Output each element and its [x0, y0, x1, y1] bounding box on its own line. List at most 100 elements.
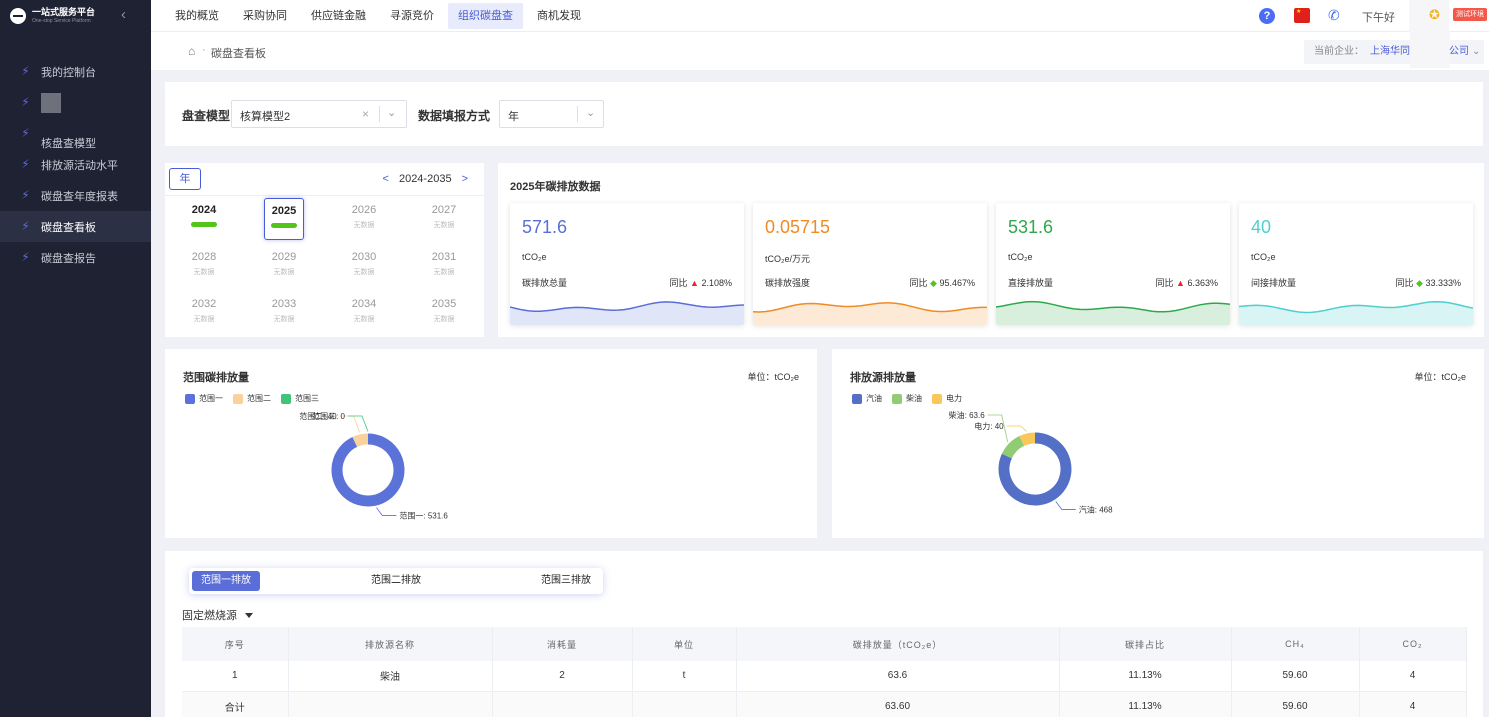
year-cell-2026[interactable]: 2026 无数据 [344, 198, 384, 240]
no-data-label: 无数据 [193, 269, 215, 276]
select-divider [577, 106, 578, 122]
flag-icon[interactable]: ★ [1294, 8, 1310, 23]
data-status-bar [271, 223, 297, 228]
prev-range-button[interactable]: < [383, 173, 389, 185]
year-cell-2025[interactable]: 2025 [264, 198, 304, 240]
logo-subtitle: One-stop Service Platform [32, 18, 91, 24]
section-toggle[interactable]: 固定燃烧源 [182, 607, 253, 623]
year-tab[interactable]: 年 [169, 168, 201, 190]
year-label: 2027 [431, 204, 457, 216]
table-cell: 11.13% [1059, 661, 1232, 692]
column-header: 碳排占比 [1059, 627, 1232, 661]
tab-scope2[interactable]: 范围二排放 [359, 571, 433, 591]
year-cell-2032[interactable]: 2032 无数据 [184, 292, 224, 334]
sidebar-item-masked[interactable]: ⚡ [0, 87, 151, 118]
medal-icon[interactable]: ✪ [1429, 8, 1443, 22]
year-cell-2029[interactable]: 2029 无数据 [264, 245, 304, 287]
env-badge: 测试环境 [1453, 8, 1487, 21]
tab-scope1[interactable]: 范围一排放 [192, 571, 260, 591]
sidebar-menu: ⚡ 我的控制台 ⚡ ⚡ 核盘查模型 ⚡ 排放源活动水平 ⚡ 碳盘查年度报表 ⚡ 碳盘查看板… [0, 56, 151, 273]
sidebar-item-activity-level[interactable]: ⚡ 排放源活动水平 [0, 149, 151, 180]
phone-icon[interactable]: ✆ [1328, 7, 1344, 23]
donut-slice-2[interactable] [1019, 432, 1036, 447]
next-range-button[interactable]: > [462, 173, 468, 185]
donut-slice-1[interactable] [352, 433, 369, 448]
stat-value: 531.6 [1008, 217, 1054, 237]
chevron-down-icon: ⌄ [1472, 46, 1481, 57]
divider [165, 195, 484, 196]
column-header: CH₄ [1231, 627, 1360, 661]
table-cell: 11.13% [1059, 691, 1232, 717]
help-icon[interactable]: ? [1259, 8, 1275, 24]
sidebar-item-console[interactable]: ⚡ 我的控制台 [0, 56, 151, 87]
trend-area [996, 301, 1230, 325]
nav-business-discovery[interactable]: 商机发现 [527, 3, 591, 29]
clear-icon[interactable]: × [362, 107, 369, 121]
no-data-label: 无数据 [273, 316, 295, 323]
table-cell: 63.60 [736, 691, 1060, 717]
top-bar: 我的概览 采购协同 供应链金融 寻源竞价 组织碳盘查 商机发现 ? ★ ✆ 下午… [151, 0, 1489, 70]
stat-card: 531.6 tCO₂e 直接排放量 同比 ▲ 6.363% [996, 203, 1230, 325]
chevron-left-icon[interactable]: ‹ [121, 7, 135, 23]
column-header: 消耗量 [492, 627, 633, 661]
scope-tabs: 范围一排放 范围二排放 范围三排放 [189, 568, 603, 594]
year-label: 2025 [271, 205, 297, 217]
sidebar: 一站式服务平台 One-stop Service Platform ‹ ⚡ 我的控… [0, 0, 151, 717]
company-selector[interactable]: 当前企业： 上海华同工贸 公司 ⌄ [1304, 30, 1484, 68]
point-label: 柴油: 63.6 [949, 410, 986, 420]
year-cell-2031[interactable]: 2031 无数据 [424, 245, 464, 287]
table-row: 1 柴油 2 t 63.6 11.13% 59.60 4 [182, 661, 1467, 692]
bolt-icon: ⚡ [21, 157, 30, 171]
nav-procurement[interactable]: 采购协同 [233, 3, 297, 29]
home-icon[interactable]: ⌂ [188, 45, 200, 57]
nav-overview[interactable]: 我的概览 [165, 3, 229, 29]
mode-select[interactable]: 年 ⌄ [499, 100, 604, 128]
company-suffix: 公司 [1449, 46, 1469, 57]
donut-slice-0[interactable] [331, 433, 405, 507]
year-cell-2030[interactable]: 2030 无数据 [344, 245, 384, 287]
bolt-icon: ⚡ [21, 250, 30, 264]
section-title: 固定燃烧源 [182, 610, 237, 622]
model-select[interactable]: 核算模型2 × ⌄ [231, 100, 407, 128]
tab-scope3[interactable]: 范围三排放 [529, 571, 603, 591]
sidebar-item-model[interactable]: ⚡ 核盘查模型 [0, 118, 151, 150]
year-label: 2024 [191, 204, 217, 216]
year-label: 2029 [271, 251, 297, 263]
year-cell-2024[interactable]: 2024 [184, 198, 224, 240]
sidebar-item-annual-report[interactable]: ⚡ 碳盘查年度报表 [0, 180, 151, 211]
emission-table-card: 范围一排放 范围二排放 范围三排放 固定燃烧源 序号 排放源名称 消耗量 单位 碳排放量… [165, 551, 1483, 717]
caret-down-icon [245, 612, 253, 618]
no-data-label: 无数据 [193, 316, 215, 323]
breadcrumb-current: 碳盘查看板 [211, 48, 266, 60]
donut-slice-1[interactable] [1001, 435, 1025, 459]
table-cell: 合计 [182, 691, 289, 717]
nav-carbon-inventory[interactable]: 组织碳盘查 [448, 3, 523, 29]
year-cell-2034[interactable]: 2034 无数据 [344, 292, 384, 334]
year-range: < 2024-2035 > [383, 173, 468, 185]
mode-label: 数据填报方式 [418, 109, 491, 123]
nav-sourcing[interactable]: 寻源竞价 [380, 3, 444, 29]
sidebar-item-report[interactable]: ⚡ 碳盘查报告 [0, 242, 151, 273]
year-label: 2030 [351, 251, 377, 263]
year-range-label: 2024-2035 [398, 173, 452, 185]
sidebar-item-dashboard[interactable]: ⚡ 碳盘查看板 [0, 211, 151, 242]
donut-chart: 汽油: 468 柴油: 63.6电力: 40 [949, 410, 1113, 514]
year-label: 2028 [191, 251, 217, 263]
table-cell: t [632, 661, 737, 692]
nav-supply-finance[interactable]: 供应链金融 [301, 3, 376, 29]
masked-area [1410, 30, 1450, 68]
top-nav: 我的概览 采购协同 供应链金融 寻源竞价 组织碳盘查 商机发现 [165, 0, 595, 32]
breadcrumb: ⌂ · 碳盘查看板 当前企业： 上海华同工贸 公司 ⌄ [151, 30, 1489, 70]
emission-stats-card: 2025年碳排放数据 571.6 tCO₂e 碳排放总量 同比 ▲ 2.108% 0.0… [498, 163, 1484, 337]
no-data-label: 无数据 [353, 222, 375, 229]
point-label: 电力: 40 [974, 421, 1004, 431]
stat-card: 0.05715 tCO₂e/万元 碳排放强度 同比 ◆ 95.467% [753, 203, 987, 325]
stat-unit: tCO₂e [522, 252, 547, 262]
year-cell-2033[interactable]: 2033 无数据 [264, 292, 304, 334]
mode-select-value: 年 [508, 111, 519, 123]
year-cell-2035[interactable]: 2035 无数据 [424, 292, 464, 334]
table-cell: 柴油 [288, 661, 493, 692]
year-cell-2028[interactable]: 2028 无数据 [184, 245, 224, 287]
year-cell-2027[interactable]: 2027 无数据 [424, 198, 464, 240]
trend-wave [753, 302, 987, 325]
